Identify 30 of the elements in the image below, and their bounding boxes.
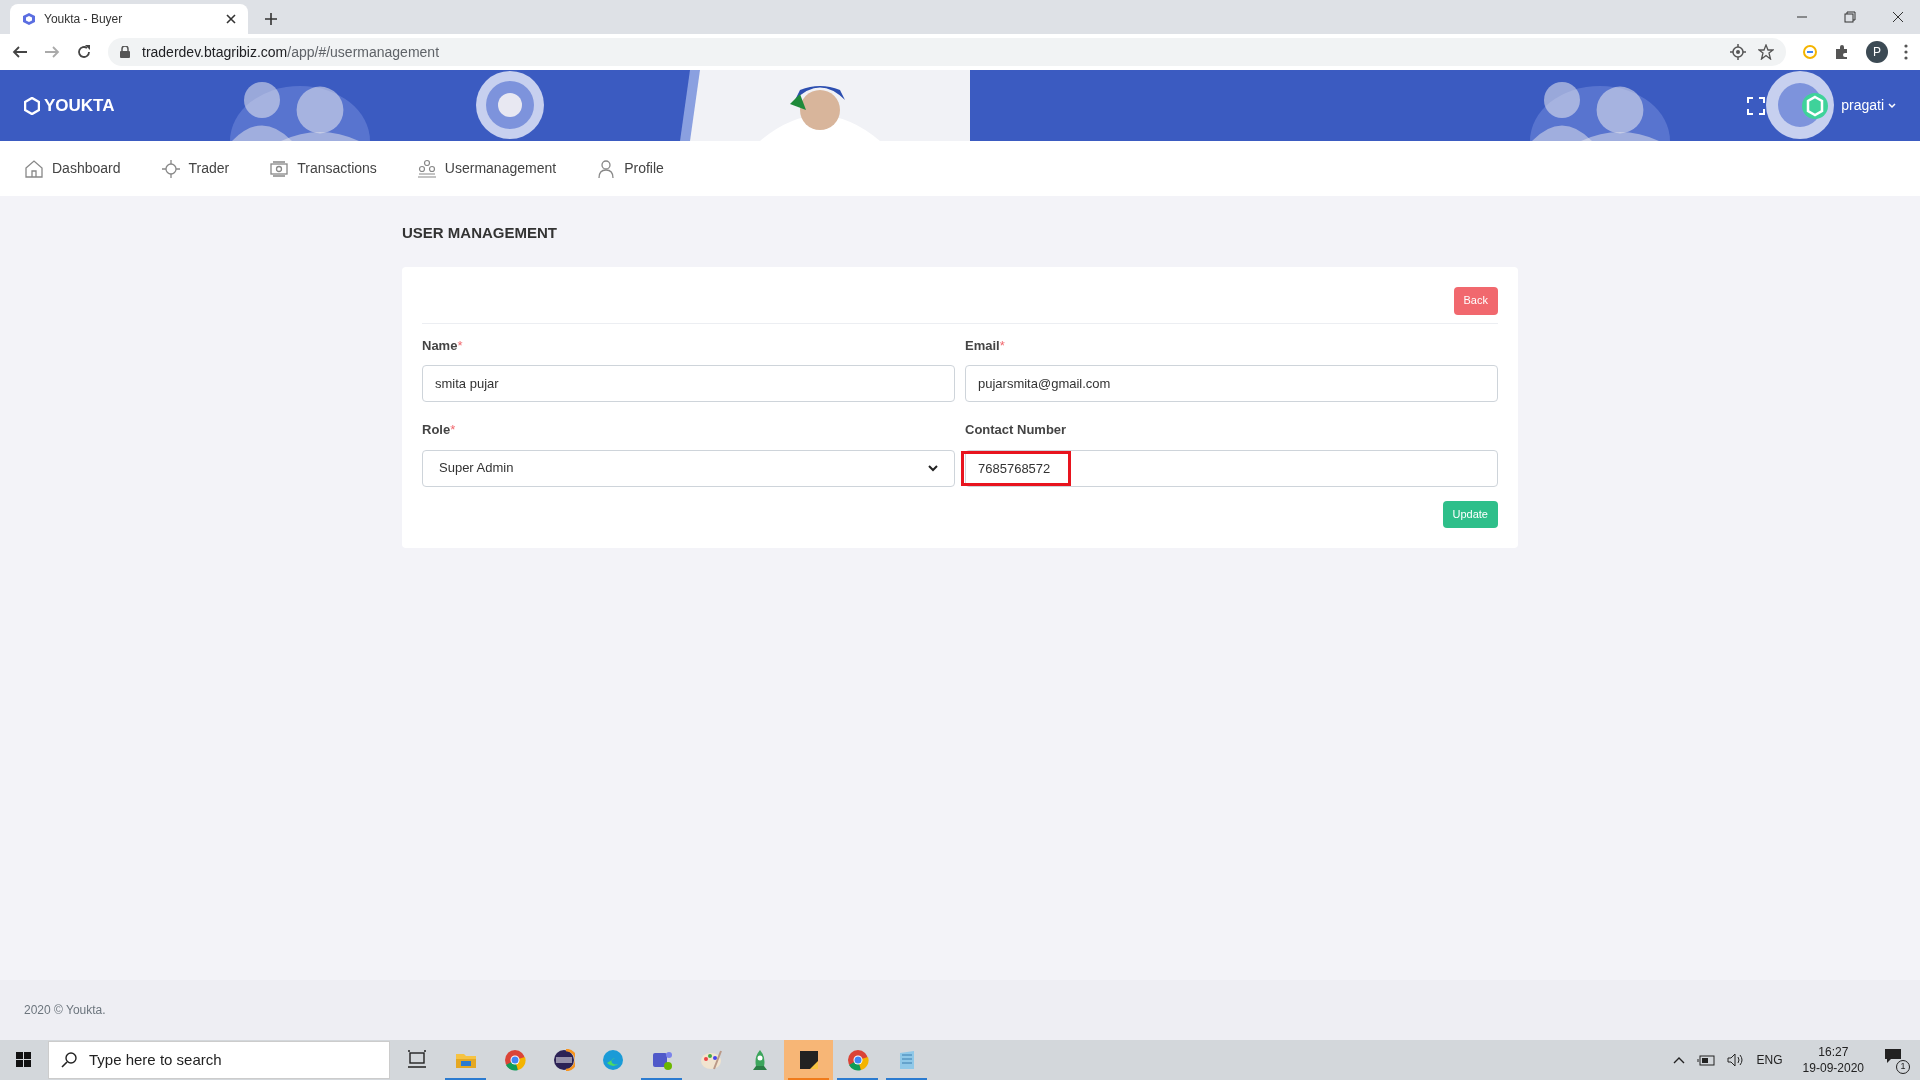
address-bar[interactable]: traderdev.btagribiz.com/app/#/usermanagement: [108, 38, 1786, 66]
footer-text: 2020 © Youkta.: [24, 1002, 106, 1019]
page-title: USER MANAGEMENT: [402, 223, 558, 243]
field-label: Contact Number: [965, 421, 1067, 439]
role-dropdown[interactable]: Super Admin: [422, 449, 955, 487]
nav-link[interactable]: Profile: [596, 158, 664, 179]
field-label: Email: [965, 336, 1000, 355]
nav-link[interactable]: Usermanagement: [416, 158, 557, 179]
taskbar-search-box[interactable]: Type here to search: [48, 1041, 390, 1079]
user-menu[interactable]: pragati: [1841, 95, 1896, 116]
url-path: /app/#/usermanagement: [287, 43, 439, 60]
required-asterisk: *: [457, 336, 463, 355]
brand-name: YOUKTA: [44, 94, 115, 117]
notification-button[interactable]: 1: [1884, 1048, 1908, 1072]
nav-link[interactable]: Transactions: [269, 158, 377, 179]
url-host: traderdev.btagribiz.com: [142, 43, 288, 60]
field-label: Role: [422, 421, 451, 439]
nav-link[interactable]: Trader: [160, 158, 230, 179]
nav-link[interactable]: Dashboard: [24, 158, 121, 179]
clock[interactable]: 16:27 19-09-2020: [1794, 1044, 1872, 1076]
language-indicator[interactable]: ENG: [1756, 1051, 1783, 1069]
profile-avatar[interactable]: P: [1866, 41, 1888, 63]
required-asterisk: *: [450, 421, 456, 439]
required-asterisk: *: [999, 336, 1005, 355]
notification-count: 1: [1896, 1060, 1910, 1074]
input-field[interactable]: pujarsmita@gmail.com: [965, 365, 1498, 402]
input-field[interactable]: 7685768572: [965, 449, 1498, 487]
browser-tab[interactable]: Youkta - Buyer: [10, 4, 248, 34]
field-label: Name: [422, 336, 458, 355]
input-field[interactable]: smita pujar: [422, 365, 955, 402]
